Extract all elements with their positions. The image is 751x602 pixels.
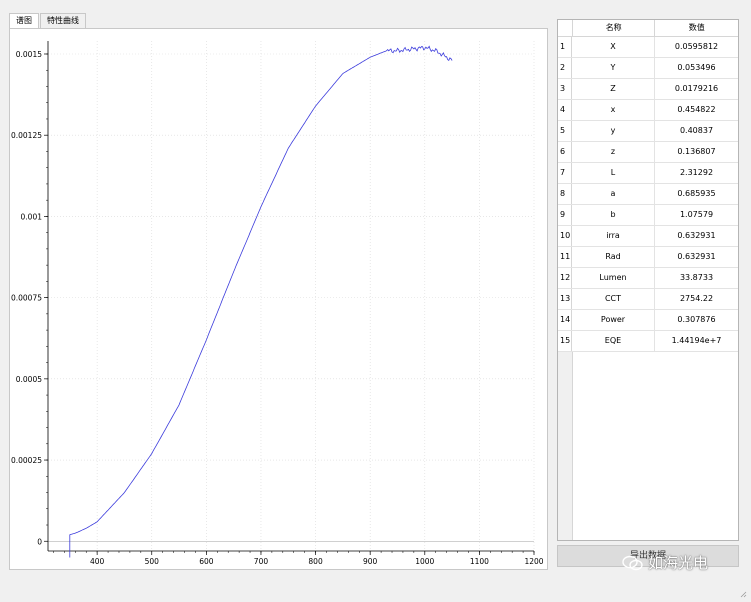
x-tick-label: 500 (145, 557, 160, 566)
table-corner (558, 20, 573, 36)
cell-value[interactable]: 0.0595812 (655, 37, 738, 57)
table-body: 1 X 0.0595812 2 Y 0.053496 3 Z 0.0179216 4 x 0.4548… (558, 37, 738, 352)
table-row[interactable]: 6 z 0.136807 (558, 142, 738, 163)
cell-name[interactable]: Rad (572, 247, 655, 267)
row-index[interactable]: 10 (558, 226, 572, 246)
cell-value[interactable]: 0.40837 (655, 121, 738, 141)
cell-value[interactable]: 0.454822 (655, 100, 738, 120)
row-index[interactable]: 8 (558, 184, 572, 204)
x-tick-label: 400 (90, 557, 105, 566)
spectrum-chart-panel: 0 0.00025 0.0005 0.00075 0.001 0.00125 0.0015 4… (9, 28, 548, 570)
cell-value[interactable]: 0.632931 (655, 226, 738, 246)
cell-value[interactable]: 2.31292 (655, 163, 738, 183)
cell-name[interactable]: a (572, 184, 655, 204)
cell-name[interactable]: CCT (572, 289, 655, 309)
table-row[interactable]: 9 b 1.07579 (558, 205, 738, 226)
y-tick-label: 0.0005 (16, 375, 42, 384)
table-header: 名称 数值 (558, 20, 738, 37)
row-index[interactable]: 5 (558, 121, 572, 141)
y-tick-label: 0.001 (21, 212, 43, 221)
cell-value[interactable]: 0.307876 (655, 310, 738, 330)
series-line (69, 45, 453, 558)
cell-name[interactable]: irra (572, 226, 655, 246)
table-row[interactable]: 15 EQE 1.44194e+7 (558, 331, 738, 352)
row-index[interactable]: 11 (558, 247, 572, 267)
tab-bar: 谱图 特性曲线 (9, 13, 87, 29)
watermark-text: 如海光电 (648, 554, 709, 572)
row-index[interactable]: 2 (558, 58, 572, 78)
table-row[interactable]: 12 Lumen 33.8733 (558, 268, 738, 289)
table-row[interactable]: 11 Rad 0.632931 (558, 247, 738, 268)
column-header-value[interactable]: 数值 (655, 20, 738, 36)
x-tick-label: 1200 (524, 557, 543, 566)
watermark: 如海光电 (622, 552, 708, 573)
table-row[interactable]: 3 Z 0.0179216 (558, 79, 738, 100)
row-index[interactable]: 7 (558, 163, 572, 183)
x-tick-label: 700 (254, 557, 269, 566)
table-row[interactable]: 13 CCT 2754.22 (558, 289, 738, 310)
table-row[interactable]: 14 Power 0.307876 (558, 310, 738, 331)
table-row[interactable]: 4 x 0.454822 (558, 100, 738, 121)
y-tick-label: 0.00125 (11, 131, 42, 140)
x-tick-label: 900 (363, 557, 378, 566)
row-index[interactable]: 14 (558, 310, 572, 330)
cell-name[interactable]: x (572, 100, 655, 120)
table-row[interactable]: 10 irra 0.632931 (558, 226, 738, 247)
x-tick-label: 1100 (470, 557, 489, 566)
row-index[interactable]: 4 (558, 100, 572, 120)
spectrum-chart: 0 0.00025 0.0005 0.00075 0.001 0.00125 0.0015 4… (11, 41, 544, 566)
table-row[interactable]: 8 a 0.685935 (558, 184, 738, 205)
cell-name[interactable]: EQE (572, 331, 655, 351)
x-tick-label: 600 (199, 557, 214, 566)
cell-value[interactable]: 1.44194e+7 (655, 331, 738, 351)
y-tick-label: 0 (37, 537, 42, 546)
table-row[interactable]: 7 L 2.31292 (558, 163, 738, 184)
row-index[interactable]: 6 (558, 142, 572, 162)
row-index[interactable]: 3 (558, 79, 572, 99)
cell-name[interactable]: X (572, 37, 655, 57)
cell-name[interactable]: Z (572, 79, 655, 99)
cell-value[interactable]: 1.07579 (655, 205, 738, 225)
x-tick-label: 800 (308, 557, 323, 566)
cell-name[interactable]: y (572, 121, 655, 141)
table-row[interactable]: 5 y 0.40837 (558, 121, 738, 142)
table-row[interactable]: 1 X 0.0595812 (558, 37, 738, 58)
tab-spectrum[interactable]: 谱图 (9, 13, 39, 29)
row-index[interactable]: 15 (558, 331, 572, 351)
y-tick-label: 0.00025 (11, 456, 42, 465)
cell-value[interactable]: 0.685935 (655, 184, 738, 204)
table-row[interactable]: 2 Y 0.053496 (558, 58, 738, 79)
cell-value[interactable]: 33.8733 (655, 268, 738, 288)
cell-name[interactable]: z (572, 142, 655, 162)
cell-value[interactable]: 0.632931 (655, 247, 738, 267)
cell-name[interactable]: b (572, 205, 655, 225)
row-index[interactable]: 13 (558, 289, 572, 309)
cell-name[interactable]: Lumen (572, 268, 655, 288)
y-tick-label: 0.0015 (16, 50, 42, 59)
row-index[interactable]: 1 (558, 37, 572, 57)
column-header-name[interactable]: 名称 (573, 20, 656, 36)
tab-characteristic-curve[interactable]: 特性曲线 (40, 13, 86, 28)
row-index[interactable]: 12 (558, 268, 572, 288)
cell-value[interactable]: 0.053496 (655, 58, 738, 78)
row-header-filler (558, 352, 573, 540)
cell-name[interactable]: L (572, 163, 655, 183)
cell-name[interactable]: Y (572, 58, 655, 78)
cell-value[interactable]: 0.136807 (655, 142, 738, 162)
x-tick-label: 1000 (415, 557, 434, 566)
data-table: 名称 数值 1 X 0.0595812 2 Y 0.053496 3 Z 0.0179216 4 x… (557, 19, 739, 541)
cell-value[interactable]: 2754.22 (655, 289, 738, 309)
cell-value[interactable]: 0.0179216 (655, 79, 738, 99)
wechat-icon (622, 555, 643, 570)
cell-name[interactable]: Power (572, 310, 655, 330)
y-tick-label: 0.00075 (11, 294, 42, 303)
resize-grip-icon[interactable] (739, 590, 747, 598)
row-index[interactable]: 9 (558, 205, 572, 225)
